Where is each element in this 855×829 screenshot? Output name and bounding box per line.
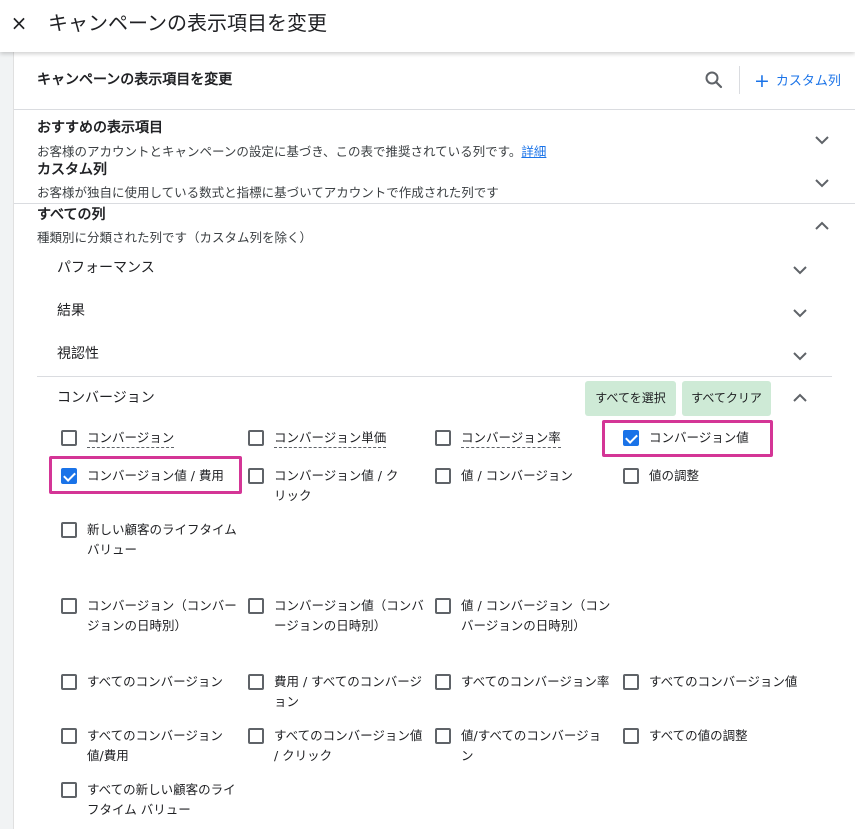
page-title: キャンペーンの表示項目を変更 (48, 11, 327, 35)
top-bar: × キャンペーンの表示項目を変更 (0, 0, 855, 52)
close-icon[interactable]: × (8, 8, 30, 38)
header-divider (739, 66, 740, 94)
checkbox[interactable] (248, 728, 264, 744)
custom-section-desc: お客様が独自に使用している数式と指標に基づいてアカウントで作成された列です (37, 185, 499, 200)
checkbox-label: 値 / コンバージョン（コンバージョンの日時別） (461, 598, 611, 633)
checkbox[interactable] (61, 674, 77, 690)
panel-title: キャンペーンの表示項目を変更 (37, 72, 233, 88)
checkbox[interactable] (61, 522, 77, 538)
subsection-conversions[interactable]: コンバージョン (57, 388, 155, 408)
checkbox-label: すべてのコンバージョン値 / クリック (274, 728, 423, 763)
checkbox[interactable] (61, 468, 77, 484)
checkbox-label: コンバージョン単価 (274, 428, 434, 448)
chevron-down-icon[interactable] (811, 129, 833, 151)
checkbox-label: すべてのコンバージョン値/費用 (87, 728, 223, 763)
all-columns-section-desc: 種類別に分類された列です（カスタム列を除く） (37, 230, 313, 245)
checkbox[interactable] (248, 468, 264, 484)
chevron-down-icon[interactable] (789, 259, 811, 281)
checkbox-label: 値の調整 (649, 468, 700, 483)
checkbox-label: すべてのコンバージョン値 (649, 674, 798, 689)
add-custom-column-button[interactable]: + カスタム列 (754, 70, 841, 92)
checkbox[interactable] (435, 430, 451, 446)
checkbox-label: コンバージョン値 / クリック (274, 468, 399, 503)
checkbox-label: コンバージョン値 (649, 430, 749, 445)
subsection-visibility[interactable]: 視認性 (57, 344, 99, 364)
checkbox[interactable] (248, 430, 264, 446)
recommended-section-title[interactable]: おすすめの表示項目 (37, 118, 163, 138)
chevron-up-icon[interactable] (789, 387, 811, 409)
plus-icon: + (754, 70, 770, 92)
checkbox-label: 新しい顧客のライフタイム バリュー (87, 522, 237, 557)
learn-more-link[interactable]: 詳細 (521, 144, 546, 159)
checkbox-label: コンバージョン (87, 428, 247, 448)
custom-section-title[interactable]: カスタム列 (37, 160, 107, 180)
checkbox-label: コンバージョン率 (461, 428, 621, 448)
checkbox[interactable] (623, 728, 639, 744)
select-all-button[interactable]: すべてを選択 (585, 381, 676, 416)
subsection-performance[interactable]: パフォーマンス (57, 258, 155, 278)
panel-header: キャンペーンの表示項目を変更 + カスタム列 (14, 52, 855, 110)
custom-column-label: カスタム列 (775, 74, 841, 89)
checkbox-label: コンバージョン（コンバージョンの日時別） (87, 598, 237, 633)
subsection-divider (37, 376, 832, 377)
checkbox-label: 費用 / すべてのコンバージョン (274, 674, 423, 709)
checkbox[interactable] (435, 728, 451, 744)
checkbox-label: すべてのコンバージョン (87, 674, 223, 689)
checkbox[interactable] (435, 468, 451, 484)
checkbox[interactable] (248, 674, 264, 690)
chevron-down-icon[interactable] (789, 345, 811, 367)
checkbox-label: すべての値の調整 (649, 728, 748, 743)
checkbox-label: コンバージョン値（コンバージョンの日時別） (274, 598, 424, 633)
checkbox[interactable] (623, 468, 639, 484)
checkbox-label: すべてのコンバージョン率 (461, 674, 610, 689)
column-editor-panel: キャンペーンの表示項目を変更 + カスタム列 おすすめの表示項目 お客様のアカウン… (13, 52, 855, 829)
chevron-down-icon[interactable] (789, 302, 811, 324)
section-divider (14, 203, 855, 204)
recommended-section-desc: お客様のアカウントとキャンペーンの設定に基づき、この表で推奨されている列です。詳… (37, 144, 547, 159)
checkbox[interactable] (61, 728, 77, 744)
checkbox[interactable] (435, 598, 451, 614)
clear-all-button[interactable]: すべてクリア (682, 381, 771, 416)
checkbox[interactable] (623, 674, 639, 690)
chevron-up-icon[interactable] (811, 215, 833, 237)
checkbox-label: 値/すべてのコンバージョン (461, 728, 602, 763)
checkbox[interactable] (61, 430, 77, 446)
checkbox-label: すべての新しい顧客のライフタイム バリュー (87, 782, 236, 817)
checkbox[interactable] (61, 598, 77, 614)
checkbox[interactable] (61, 782, 77, 798)
subsection-results[interactable]: 結果 (57, 301, 85, 321)
chevron-down-icon[interactable] (811, 172, 833, 194)
search-icon[interactable] (702, 68, 726, 92)
checkbox[interactable] (623, 430, 639, 446)
checkbox[interactable] (435, 674, 451, 690)
all-columns-section-title[interactable]: すべての列 (37, 205, 105, 225)
checkbox-label: コンバージョン値 / 費用 (87, 468, 224, 483)
checkbox[interactable] (248, 598, 264, 614)
checkbox-label: 値 / コンバージョン (461, 468, 573, 483)
